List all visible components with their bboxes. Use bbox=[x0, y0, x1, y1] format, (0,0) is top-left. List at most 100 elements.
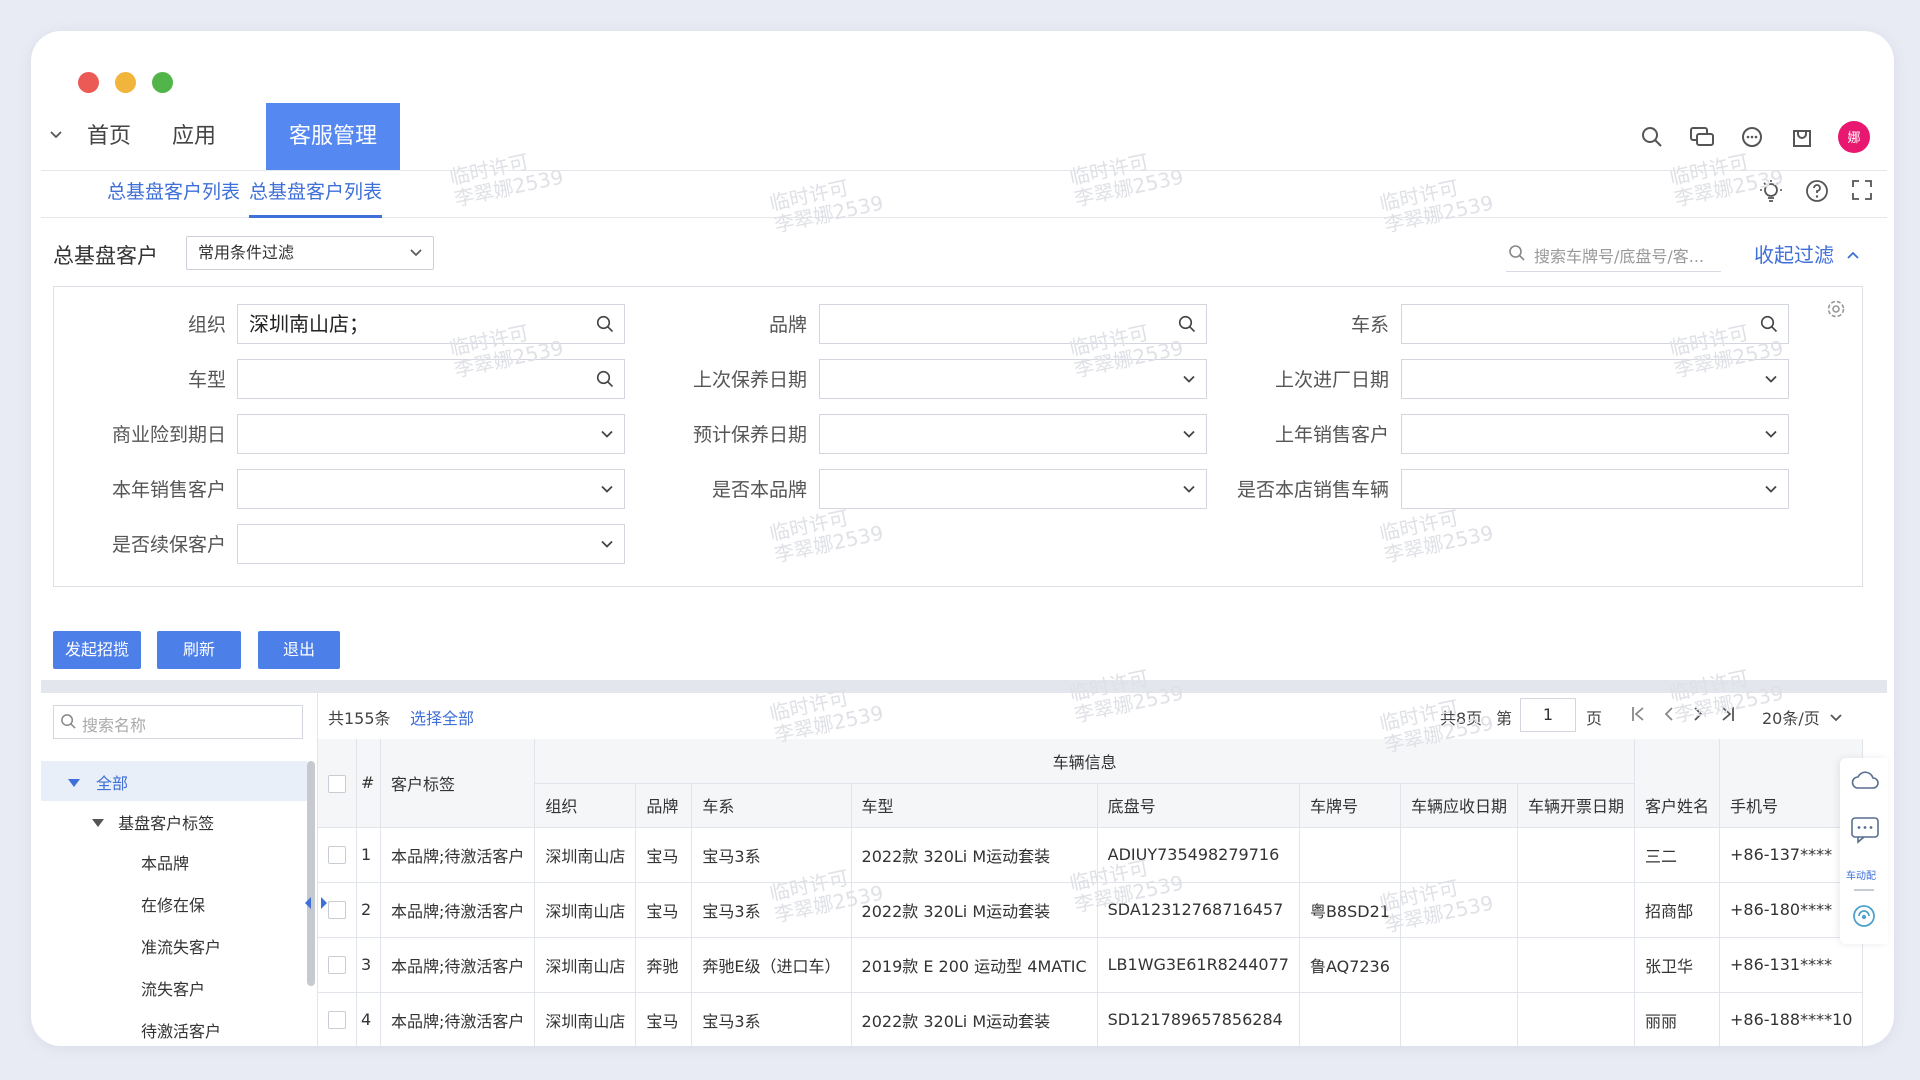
filter-planned-maintenance-select[interactable] bbox=[819, 414, 1207, 454]
table-row[interactable]: 1 本品牌;待激活客户 深圳南山店 宝马 宝马3系 2022款 320Li M运… bbox=[318, 827, 1864, 883]
pager-page-input[interactable]: 1 bbox=[1520, 698, 1576, 732]
nav-tab-apps[interactable]: 应用 bbox=[161, 103, 227, 170]
last-page-icon[interactable] bbox=[1720, 705, 1736, 727]
cell-series: 奔驰E级（进口车） bbox=[691, 937, 852, 993]
exit-button[interactable]: 退出 bbox=[258, 631, 340, 669]
chat-icon[interactable] bbox=[1688, 123, 1716, 151]
nav-tab-home[interactable]: 首页 bbox=[79, 103, 139, 170]
user-avatar[interactable]: 娜 bbox=[1838, 120, 1870, 153]
filter-model-label: 车型 bbox=[187, 369, 226, 391]
cell-brand: 奔驰 bbox=[635, 937, 693, 993]
filter-series-input[interactable] bbox=[1401, 304, 1789, 344]
cell-model: 2022款 320Li M运动套装 bbox=[851, 882, 1098, 938]
col-invoice-date[interactable]: 车辆开票日期 bbox=[1517, 783, 1635, 828]
filter-preset-select[interactable]: 常用条件过滤 bbox=[186, 236, 434, 270]
tree-node-churned[interactable]: 流失客户 bbox=[141, 976, 205, 1000]
col-org[interactable]: 组织 bbox=[534, 783, 637, 828]
cell-receive-date bbox=[1400, 992, 1518, 1046]
filter-series-label: 车系 bbox=[1350, 314, 1389, 336]
next-page-icon[interactable] bbox=[1692, 705, 1704, 727]
cloud-icon[interactable] bbox=[1850, 768, 1880, 796]
col-vin[interactable]: 底盘号 bbox=[1097, 783, 1300, 828]
lightbulb-icon[interactable] bbox=[1759, 179, 1783, 209]
search-icon bbox=[1760, 305, 1778, 343]
message-icon[interactable] bbox=[1738, 123, 1766, 151]
cell-model: 2022款 320Li M运动套装 bbox=[851, 827, 1098, 883]
first-page-icon[interactable] bbox=[1630, 705, 1646, 727]
cell-org: 深圳南山店 bbox=[534, 937, 637, 993]
search-icon bbox=[1508, 244, 1526, 266]
cell-invoice-date bbox=[1517, 992, 1635, 1046]
col-plate[interactable]: 车牌号 bbox=[1299, 783, 1401, 828]
table-row[interactable]: 2 本品牌;待激活客户 深圳南山店 宝马 宝马3系 2022款 320Li M运… bbox=[318, 882, 1864, 938]
col-customer-name[interactable]: 客户姓名 bbox=[1634, 783, 1720, 828]
filter-this-year-sales-select[interactable] bbox=[237, 469, 625, 509]
cell-invoice-date bbox=[1517, 827, 1635, 883]
quick-search-input[interactable]: 搜索车牌号/底盘号/客... bbox=[1506, 235, 1721, 272]
refresh-button[interactable]: 刷新 bbox=[157, 631, 241, 669]
tree-search-input[interactable]: 搜索名称 bbox=[53, 705, 303, 739]
filter-is-own-brand-select[interactable] bbox=[819, 469, 1207, 509]
select-all-link[interactable]: 选择全部 bbox=[410, 705, 474, 729]
tree-node-all[interactable]: 全部 bbox=[41, 761, 307, 801]
search-icon[interactable] bbox=[1638, 123, 1666, 151]
breadcrumb-item-2[interactable]: 总基盘客户列表 bbox=[249, 171, 383, 218]
col-receive-date[interactable]: 车辆应收日期 bbox=[1400, 783, 1518, 828]
caret-down-icon bbox=[92, 819, 104, 827]
filter-insurance-due-select[interactable] bbox=[237, 414, 625, 454]
breadcrumb-item-1[interactable]: 总基盘客户列表 bbox=[107, 171, 240, 215]
floating-side-dock: 车动配 bbox=[1840, 758, 1888, 944]
filter-is-renewal-select[interactable] bbox=[237, 524, 625, 564]
cell-plate bbox=[1299, 992, 1401, 1046]
filter-settings-gear-icon[interactable] bbox=[1826, 299, 1846, 323]
nav-actions: 娜 bbox=[1638, 103, 1870, 170]
row-checkbox[interactable] bbox=[328, 901, 346, 920]
collapse-filter-label: 收起过滤 bbox=[1754, 243, 1834, 267]
cell-receive-date bbox=[1400, 882, 1518, 938]
nav-tab-customer-service[interactable]: 客服管理 bbox=[266, 103, 400, 170]
fullscreen-icon[interactable] bbox=[1851, 179, 1873, 209]
table-row[interactable]: 4 本品牌;待激活客户 深圳南山店 宝马 宝马3系 2022款 320Li M运… bbox=[318, 992, 1864, 1046]
col-customer-tag[interactable]: 客户标签 bbox=[380, 739, 536, 828]
cell-plate: 粤B8SD21 bbox=[1299, 882, 1401, 938]
nav-collapse-chevron-icon[interactable] bbox=[49, 127, 63, 146]
tree-node-group[interactable]: 基盘客户标签 bbox=[91, 810, 214, 834]
chat-bubble-icon[interactable] bbox=[1850, 816, 1880, 848]
window-minimize-dot[interactable] bbox=[115, 72, 136, 93]
tree-node-pre-churn[interactable]: 准流失客户 bbox=[141, 934, 221, 958]
bag-icon[interactable] bbox=[1788, 123, 1816, 151]
row-checkbox[interactable] bbox=[328, 956, 346, 975]
tree-scrollbar[interactable] bbox=[307, 761, 315, 986]
filter-last-visit-select[interactable] bbox=[1401, 359, 1789, 399]
help-icon[interactable] bbox=[1805, 179, 1829, 209]
table-row[interactable]: 3 本品牌;待激活客户 深圳南山店 奔驰 奔驰E级（进口车） 2019款 E 2… bbox=[318, 937, 1864, 993]
select-all-checkbox-cell[interactable] bbox=[318, 739, 357, 828]
filter-last-maintenance-select[interactable] bbox=[819, 359, 1207, 399]
filter-model-input[interactable] bbox=[237, 359, 625, 399]
tree-node-to-activate[interactable]: 待激活客户 bbox=[141, 1018, 221, 1042]
start-solicit-button[interactable]: 发起招揽 bbox=[53, 631, 141, 669]
tree-node-group-label: 基盘客户标签 bbox=[118, 814, 215, 833]
col-group-vehicle-info: 车辆信息 bbox=[534, 739, 1635, 784]
filter-planned-maintenance-label: 预计保养日期 bbox=[692, 424, 807, 446]
tree-node-in-repair[interactable]: 在修在保 bbox=[141, 892, 205, 916]
col-series[interactable]: 车系 bbox=[691, 783, 852, 828]
window-close-dot[interactable] bbox=[78, 72, 99, 93]
filter-org-input[interactable]: 深圳南山店； bbox=[237, 304, 625, 344]
row-checkbox[interactable] bbox=[328, 846, 346, 865]
filter-brand-input[interactable] bbox=[819, 304, 1207, 344]
side-dock-label: 车动配 bbox=[1846, 871, 1876, 882]
collapse-filter-link[interactable]: 收起过滤 bbox=[1754, 239, 1860, 268]
col-brand[interactable]: 品牌 bbox=[635, 783, 693, 828]
row-checkbox[interactable] bbox=[328, 1011, 346, 1030]
assistant-icon[interactable] bbox=[1852, 904, 1876, 932]
page-size-select[interactable]: 20条/页 bbox=[1762, 705, 1843, 729]
select-all-checkbox[interactable] bbox=[328, 774, 346, 793]
window-maximize-dot[interactable] bbox=[152, 72, 173, 93]
filter-is-store-sold-select[interactable] bbox=[1401, 469, 1789, 509]
col-model[interactable]: 车型 bbox=[851, 783, 1098, 828]
filter-last-year-sales-select[interactable] bbox=[1401, 414, 1789, 454]
cell-invoice-date bbox=[1517, 882, 1635, 938]
prev-page-icon[interactable] bbox=[1663, 705, 1675, 727]
tree-node-own-brand[interactable]: 本品牌 bbox=[141, 850, 189, 874]
